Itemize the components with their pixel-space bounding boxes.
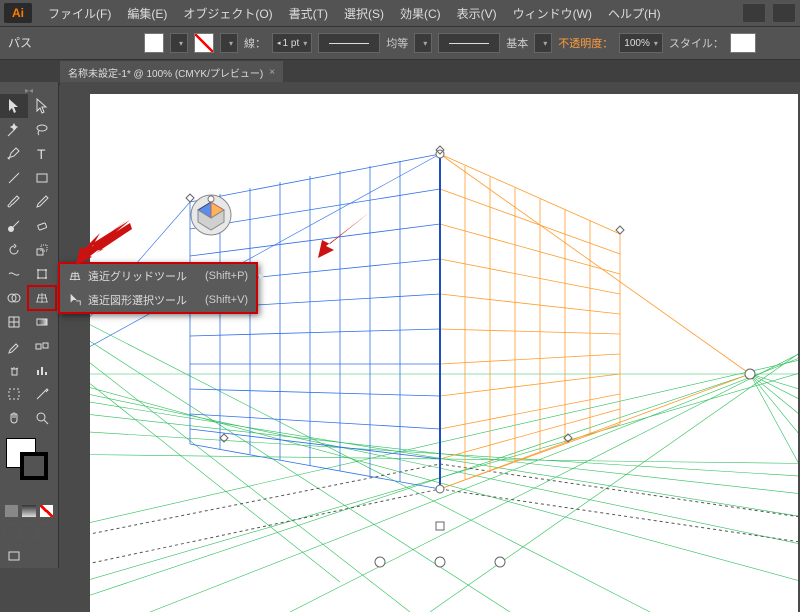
control-bar: ▾ ▾ 線： ◂1 pt▾ 均等 ▾ 基本 ▾ 不透明度： 100%▾ スタイル… bbox=[0, 27, 800, 60]
lasso-tool[interactable] bbox=[28, 118, 56, 142]
artboard[interactable] bbox=[90, 94, 798, 612]
shape-builder-tool[interactable] bbox=[0, 286, 28, 310]
menu-window[interactable]: ウィンドウ(W) bbox=[505, 5, 600, 22]
zoom-tool[interactable] bbox=[28, 406, 56, 430]
screen-mode-tool[interactable] bbox=[0, 544, 28, 568]
fill-dropdown[interactable]: ▾ bbox=[170, 33, 188, 53]
perspective-grid-icon bbox=[68, 269, 82, 283]
tool-panel: ▸◂ T bbox=[0, 82, 59, 568]
profile-field[interactable] bbox=[438, 33, 500, 53]
bridge-icon[interactable] bbox=[742, 3, 766, 23]
color-mode-icon[interactable] bbox=[4, 504, 19, 518]
pen-tool[interactable] bbox=[0, 142, 28, 166]
perspective-grid-tool[interactable] bbox=[28, 286, 56, 310]
app-logo: Ai bbox=[4, 3, 32, 23]
direct-selection-tool[interactable] bbox=[28, 94, 56, 118]
flyout-perspective-selection-tool[interactable]: 遠近図形選択ツール (Shift+V) bbox=[60, 288, 256, 312]
eyedropper-tool[interactable] bbox=[0, 334, 28, 358]
slice-tool[interactable] bbox=[28, 382, 56, 406]
flyout-item-label: 遠近グリッドツール bbox=[88, 268, 187, 284]
rotate-tool[interactable] bbox=[0, 238, 28, 262]
width-tool[interactable] bbox=[0, 262, 28, 286]
mesh-tool[interactable] bbox=[0, 310, 28, 334]
dash-label: 均等 bbox=[386, 35, 408, 51]
dash-field[interactable] bbox=[318, 33, 380, 53]
document-area bbox=[60, 82, 800, 612]
menu-type[interactable]: 書式(T) bbox=[281, 5, 336, 22]
pencil-tool[interactable] bbox=[28, 190, 56, 214]
tab-close-icon[interactable]: × bbox=[269, 67, 275, 78]
document-tab[interactable]: 名称未設定-1* @ 100% (CMYK/プレビュー) × bbox=[60, 61, 283, 84]
dash-dropdown[interactable]: ▾ bbox=[414, 33, 432, 53]
perspective-selection-icon bbox=[68, 293, 82, 307]
column-graph-tool[interactable] bbox=[28, 358, 56, 382]
artboard-tool[interactable] bbox=[0, 382, 28, 406]
opacity-field[interactable]: 100%▾ bbox=[619, 33, 663, 53]
menu-select[interactable]: 選択(S) bbox=[336, 5, 392, 22]
menu-effect[interactable]: 効果(C) bbox=[392, 5, 449, 22]
panel-grip[interactable]: ▸◂ bbox=[0, 86, 58, 94]
tab-title: 名称未設定-1* @ 100% (CMYK/プレビュー) bbox=[68, 65, 263, 80]
menu-view[interactable]: 表示(V) bbox=[449, 5, 505, 22]
fill-stroke-control[interactable] bbox=[0, 436, 58, 486]
flyout-item-shortcut: (Shift+V) bbox=[193, 294, 248, 306]
magic-wand-tool[interactable] bbox=[0, 118, 28, 142]
eraser-tool[interactable] bbox=[28, 214, 56, 238]
stroke-swatch[interactable] bbox=[194, 33, 214, 53]
profile-label: 基本 bbox=[506, 35, 528, 51]
hand-tool[interactable] bbox=[0, 406, 28, 430]
menu-file[interactable]: ファイル(F) bbox=[40, 5, 119, 22]
profile-dropdown[interactable]: ▾ bbox=[534, 33, 552, 53]
scale-tool[interactable] bbox=[28, 238, 56, 262]
draw-behind-icon[interactable] bbox=[21, 524, 36, 538]
flyout-perspective-grid-tool[interactable]: 遠近グリッドツール (Shift+P) ▸ bbox=[60, 264, 256, 288]
perspective-tool-flyout: 遠近グリッドツール (Shift+P) ▸ 遠近図形選択ツール (Shift+V… bbox=[58, 262, 258, 314]
draw-inside-icon[interactable] bbox=[39, 524, 54, 538]
menu-edit[interactable]: 編集(E) bbox=[119, 5, 175, 22]
stroke-label: 線： bbox=[244, 35, 266, 51]
gradient-tool[interactable] bbox=[28, 310, 56, 334]
paintbrush-tool[interactable] bbox=[0, 190, 28, 214]
menu-help[interactable]: ヘルプ(H) bbox=[600, 5, 669, 22]
plane-switch-widget[interactable] bbox=[190, 194, 232, 236]
fill-swatch[interactable] bbox=[144, 33, 164, 53]
blend-tool[interactable] bbox=[28, 334, 56, 358]
annotation-arrow-left bbox=[70, 215, 140, 265]
symbol-sprayer-tool[interactable] bbox=[0, 358, 28, 382]
menu-bar: Ai ファイル(F) 編集(E) オブジェクト(O) 書式(T) 選択(S) 効… bbox=[0, 0, 800, 27]
blob-brush-tool[interactable] bbox=[0, 214, 28, 238]
draw-normal-icon[interactable] bbox=[4, 524, 19, 538]
opacity-label: 不透明度： bbox=[558, 35, 613, 51]
stroke-weight-field[interactable]: ◂1 pt▾ bbox=[272, 33, 312, 53]
free-transform-tool[interactable] bbox=[28, 262, 56, 286]
style-swatch[interactable] bbox=[730, 33, 756, 53]
perspective-grid bbox=[90, 94, 798, 612]
annotation-arrow-right bbox=[312, 208, 382, 263]
flyout-item-shortcut: (Shift+P) bbox=[193, 270, 248, 282]
stroke-dropdown[interactable]: ▾ bbox=[220, 33, 238, 53]
none-mode-icon[interactable] bbox=[39, 504, 54, 518]
rectangle-tool[interactable] bbox=[28, 166, 56, 190]
stroke-color[interactable] bbox=[20, 452, 48, 480]
flyout-submenu-indicator: ▸ bbox=[259, 271, 264, 282]
line-tool[interactable] bbox=[0, 166, 28, 190]
arrange-icon[interactable] bbox=[772, 3, 796, 23]
svg-text:T: T bbox=[37, 146, 46, 162]
style-label: スタイル： bbox=[669, 35, 724, 51]
selection-type-label: パス bbox=[8, 34, 32, 51]
flyout-item-label: 遠近図形選択ツール bbox=[88, 292, 187, 308]
selection-tool[interactable] bbox=[0, 94, 28, 118]
type-tool[interactable]: T bbox=[28, 142, 56, 166]
menu-object[interactable]: オブジェクト(O) bbox=[175, 5, 280, 22]
gradient-mode-icon[interactable] bbox=[21, 504, 36, 518]
